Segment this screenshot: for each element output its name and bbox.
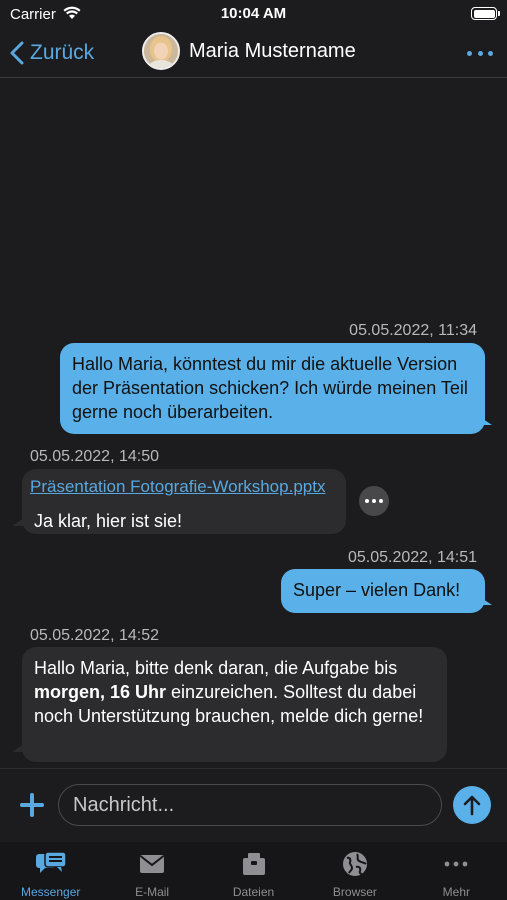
message-bold-text: morgen, 16 Uhr: [34, 682, 167, 702]
contact-name: Maria Mustername: [189, 39, 356, 62]
chevron-left-icon: [10, 41, 24, 65]
tab-browser[interactable]: Browser: [304, 842, 405, 900]
globe-icon: [342, 850, 368, 878]
message-input[interactable]: [58, 784, 442, 826]
navigation-bar: Zurück Maria Mustername: [0, 28, 507, 78]
tab-label: Dateien: [232, 885, 275, 899]
incoming-message-bubble[interactable]: Präsentation Fotografie-Workshop.pptx Ja…: [22, 469, 346, 534]
tab-label: Mehr: [442, 885, 470, 899]
tab-email[interactable]: E-Mail: [101, 842, 202, 900]
bubble-tail: [12, 744, 24, 752]
tab-label: Browser: [332, 885, 377, 899]
dot: [372, 499, 376, 503]
message-text: Hallo Maria, könntest du mir die aktuell…: [72, 354, 468, 422]
bubble-tail: [12, 518, 24, 526]
message-text: Super – vielen Dank!: [293, 580, 461, 600]
battery-icon: [471, 7, 500, 20]
tab-label: Messenger: [21, 885, 81, 899]
bubble-tail: [480, 417, 492, 425]
tab-messenger[interactable]: Messenger: [0, 842, 101, 900]
incoming-message-bubble[interactable]: Hallo Maria, bitte denk daran, die Aufga…: [22, 647, 447, 762]
message-timestamp: 05.05.2022, 14:52: [30, 627, 160, 644]
tab-bar: Messenger E-Mail Dateien Browser Mehr: [0, 842, 507, 900]
arrow-up-icon: [463, 795, 481, 816]
more-icon: [444, 850, 468, 878]
message-composer: [0, 768, 507, 842]
message-text: Hallo Maria, bitte denk daran, die Aufga…: [34, 658, 398, 678]
chat-history[interactable]: 05.05.2022, 11:34 Hallo Maria, könntest …: [0, 79, 507, 768]
status-bar: Carrier 10:04 AM: [0, 0, 507, 28]
mail-icon: [139, 850, 165, 878]
messenger-icon: [35, 850, 67, 878]
dot: [467, 50, 472, 56]
attachment-options-button[interactable]: [359, 486, 389, 516]
message-timestamp: 05.05.2022, 14:50: [30, 448, 160, 465]
dot: [477, 50, 483, 56]
clock: 10:04 AM: [220, 5, 287, 22]
message-timestamp: 05.05.2022, 14:51: [347, 549, 477, 566]
attachment-link[interactable]: Präsentation Fotografie-Workshop.pptx: [30, 475, 338, 499]
outgoing-message-bubble[interactable]: Super – vielen Dank!: [281, 569, 485, 613]
files-icon: [242, 850, 266, 878]
dot: [365, 499, 369, 503]
add-attachment-button[interactable]: [20, 793, 44, 817]
dot: [488, 50, 493, 56]
avatar: [142, 32, 180, 70]
back-label: Zurück: [30, 41, 95, 64]
message-timestamp: 05.05.2022, 11:34: [349, 322, 477, 339]
tab-files[interactable]: Dateien: [203, 842, 304, 900]
send-button[interactable]: [453, 786, 491, 824]
tab-more[interactable]: Mehr: [406, 842, 507, 900]
outgoing-message-bubble[interactable]: Hallo Maria, könntest du mir die aktuell…: [60, 343, 485, 434]
tab-label: E-Mail: [135, 885, 170, 899]
bubble-tail: [480, 597, 492, 605]
more-options-button[interactable]: [467, 40, 493, 66]
contact-header[interactable]: Maria Mustername: [142, 32, 356, 70]
back-button[interactable]: Zurück: [10, 38, 94, 68]
message-text: Ja klar, hier ist sie!: [34, 511, 183, 531]
dot: [379, 499, 383, 503]
